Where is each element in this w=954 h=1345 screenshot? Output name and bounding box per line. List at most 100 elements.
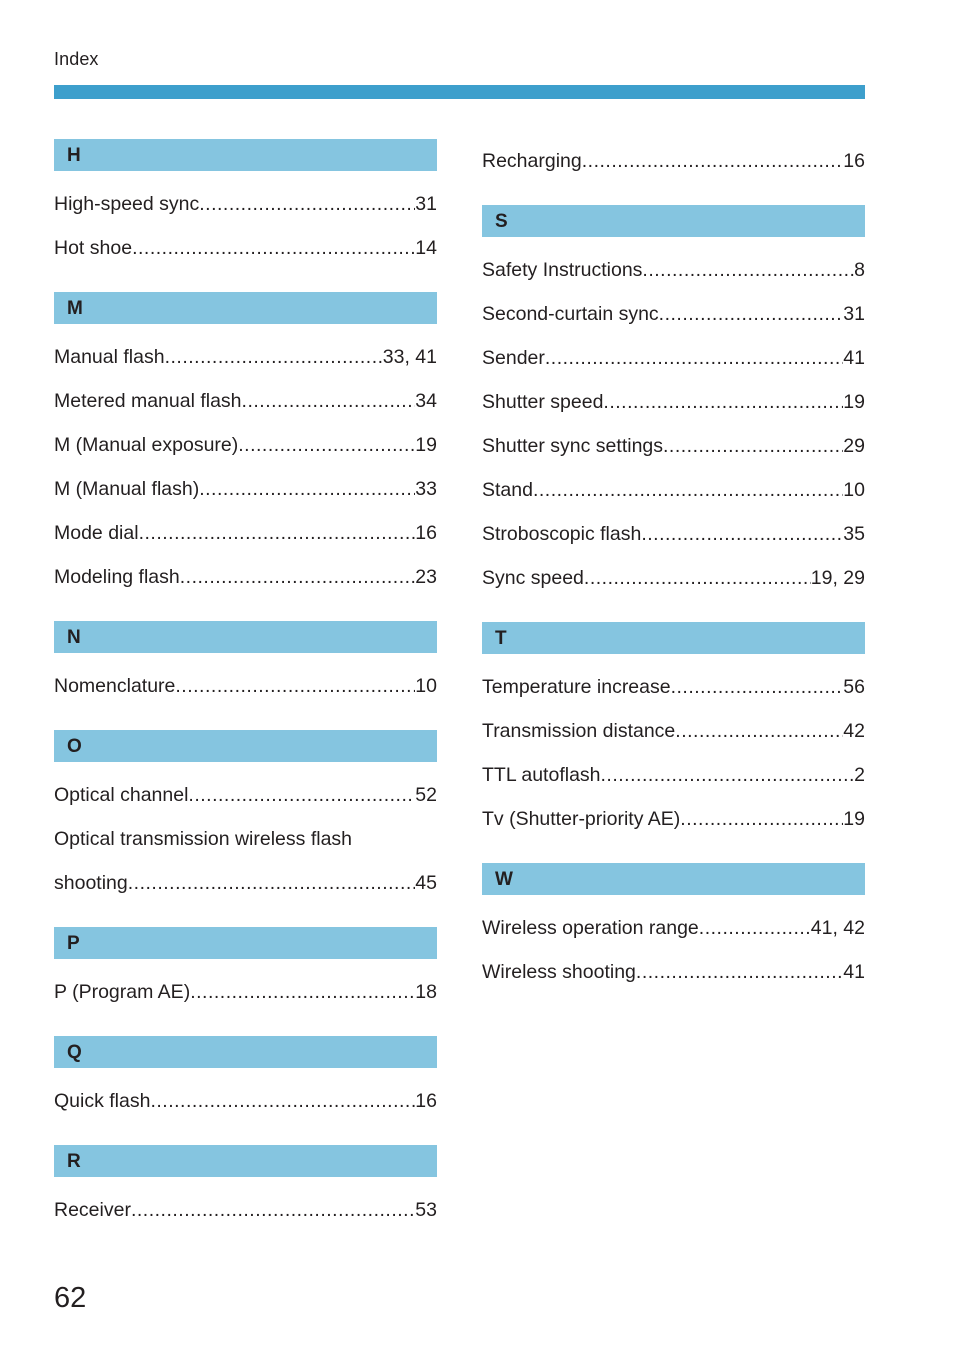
- index-entry-page: 19: [843, 808, 865, 830]
- dot-leader: ........................................…: [164, 346, 383, 368]
- index-entry[interactable]: Sender .................................…: [482, 336, 865, 380]
- index-entry-page: 35: [843, 523, 865, 545]
- index-entry-continued[interactable]: Optical transmission wireless flash: [54, 817, 437, 861]
- index-entry[interactable]: Safety Instructions ....................…: [482, 248, 865, 292]
- index-entry-term: Transmission distance: [482, 720, 676, 742]
- dot-leader: ........................................…: [642, 259, 854, 281]
- index-section-h: H High-speed sync........................…: [54, 139, 437, 270]
- index-entry-term: Mode dial: [54, 522, 139, 544]
- index-entry-page: 41: [843, 347, 865, 369]
- index-entry-term: Tv (Shutter-priority AE): [482, 808, 681, 830]
- dot-leader: ........................................…: [132, 237, 416, 259]
- index-entry-term: High-speed sync: [54, 193, 200, 215]
- index-entry[interactable]: Shutter speed ..........................…: [482, 380, 865, 424]
- index-entry-page: 19, 29: [810, 567, 865, 589]
- index-entry[interactable]: Metered manual flash....................…: [54, 379, 437, 423]
- index-entry[interactable]: Tv (Shutter-priority AE)................…: [482, 797, 865, 841]
- index-entry[interactable]: Hot shoe ...............................…: [54, 226, 437, 270]
- dot-leader: ........................................…: [188, 784, 415, 806]
- section-letter: T: [495, 627, 507, 649]
- index-entry[interactable]: M (Manual flash)........................…: [54, 467, 437, 511]
- index-entry-page: 34: [415, 390, 437, 412]
- index-entry-page: 41, 42: [810, 917, 865, 939]
- index-entry-term: Shutter sync settings: [482, 435, 664, 457]
- index-column-left: H High-speed sync........................…: [54, 139, 437, 1232]
- index-entry-page: 18: [415, 981, 437, 1003]
- index-entry-term: Manual flash: [54, 346, 165, 368]
- index-entry[interactable]: Nomenclature ...........................…: [54, 664, 437, 708]
- index-entry[interactable]: Second-curtain sync.....................…: [482, 292, 865, 336]
- index-entry[interactable]: High-speed sync.........................…: [54, 182, 437, 226]
- index-entry-term: Sync speed: [482, 567, 584, 589]
- index-entry-page: 8: [854, 259, 865, 281]
- index-entry-term: Hot shoe: [54, 237, 133, 259]
- index-entry[interactable]: TTL autoflash...........................…: [482, 753, 865, 797]
- section-letter: S: [495, 210, 508, 232]
- index-section-s: S Safety Instructions ...................…: [482, 205, 865, 600]
- index-entry-page: 19: [415, 434, 437, 456]
- index-entry[interactable]: Wireless shooting ......................…: [482, 950, 865, 994]
- section-letter-bar: Q: [54, 1036, 437, 1068]
- index-entry[interactable]: Mode dial ..............................…: [54, 511, 437, 555]
- index-section-w: W Wireless operation range...............…: [482, 863, 865, 994]
- index-entry[interactable]: Modeling flash .........................…: [54, 555, 437, 599]
- index-entry[interactable]: Receiver ...............................…: [54, 1188, 437, 1232]
- index-entry-page: 16: [843, 150, 865, 172]
- dot-leader: ........................................…: [130, 1199, 416, 1221]
- index-entry-term: Stroboscopic flash: [482, 523, 642, 545]
- index-entry[interactable]: Recharging .............................…: [482, 139, 865, 183]
- index-section-q: Q Quick flash............................…: [54, 1036, 437, 1123]
- dot-leader: ........................................…: [190, 981, 416, 1003]
- index-section-m: M Manual flash ..........................…: [54, 292, 437, 599]
- index-entry[interactable]: Stand ..................................…: [482, 468, 865, 512]
- index-entry-term: M (Manual exposure): [54, 434, 239, 456]
- index-section-p: P P (Program AE) ........................…: [54, 927, 437, 1014]
- dot-leader: ........................................…: [635, 961, 844, 983]
- index-entry[interactable]: Quick flash.............................…: [54, 1079, 437, 1123]
- index-entry[interactable]: Temperature increase....................…: [482, 665, 865, 709]
- index-entry[interactable]: Sync speed..............................…: [482, 556, 865, 600]
- index-orphan-entries: Recharging .............................…: [482, 139, 865, 183]
- index-entry[interactable]: M (Manual exposure).....................…: [54, 423, 437, 467]
- index-entry-term: Sender: [482, 347, 545, 369]
- dot-leader: ........................................…: [641, 523, 843, 545]
- dot-leader: ........................................…: [199, 193, 416, 215]
- section-letter-bar: M: [54, 292, 437, 324]
- index-entry[interactable]: P (Program AE) .........................…: [54, 970, 437, 1014]
- dot-leader: ........................................…: [675, 720, 844, 742]
- section-letter-bar: S: [482, 205, 865, 237]
- dot-leader: ........................................…: [603, 391, 843, 413]
- section-letter: W: [495, 868, 513, 890]
- section-letter: P: [67, 932, 80, 954]
- index-entry[interactable]: Wireless operation range................…: [482, 906, 865, 950]
- dot-leader: ........................................…: [241, 390, 416, 412]
- index-entry-page: 42: [843, 720, 865, 742]
- index-entry-term: Shutter speed: [482, 391, 604, 413]
- index-entry-page: 16: [415, 522, 437, 544]
- index-entry[interactable]: Transmission distance...................…: [482, 709, 865, 753]
- index-entry-page: 53: [415, 1199, 437, 1221]
- index-entry-page: 31: [843, 303, 865, 325]
- dot-leader: ........................................…: [698, 917, 811, 939]
- index-entry-term: Receiver: [54, 1199, 131, 1221]
- index-entry-term: Nomenclature: [54, 675, 176, 697]
- index-entry-term: Temperature increase: [482, 676, 671, 698]
- section-letter: N: [67, 626, 81, 648]
- index-entry[interactable]: Shutter sync settings ..................…: [482, 424, 865, 468]
- index-entry-page: 52: [415, 784, 437, 806]
- index-entry-page: 23: [415, 566, 437, 588]
- section-letter-bar: R: [54, 1145, 437, 1177]
- index-entry-page: 2: [854, 764, 865, 786]
- dot-leader: ........................................…: [544, 347, 843, 369]
- index-entry[interactable]: Optical channel.........................…: [54, 773, 437, 817]
- dot-leader: ........................................…: [600, 764, 855, 786]
- index-entry[interactable]: shooting ...............................…: [54, 861, 437, 905]
- index-section-o: O Optical channel........................…: [54, 730, 437, 905]
- index-entry-page: 16: [415, 1090, 437, 1112]
- section-letter-bar: T: [482, 622, 865, 654]
- dot-leader: ........................................…: [680, 808, 844, 830]
- index-column-right: Recharging .............................…: [482, 139, 865, 994]
- index-entry[interactable]: Manual flash ...........................…: [54, 335, 437, 379]
- index-entry[interactable]: Stroboscopic flash .....................…: [482, 512, 865, 556]
- index-entry-term: Second-curtain sync: [482, 303, 659, 325]
